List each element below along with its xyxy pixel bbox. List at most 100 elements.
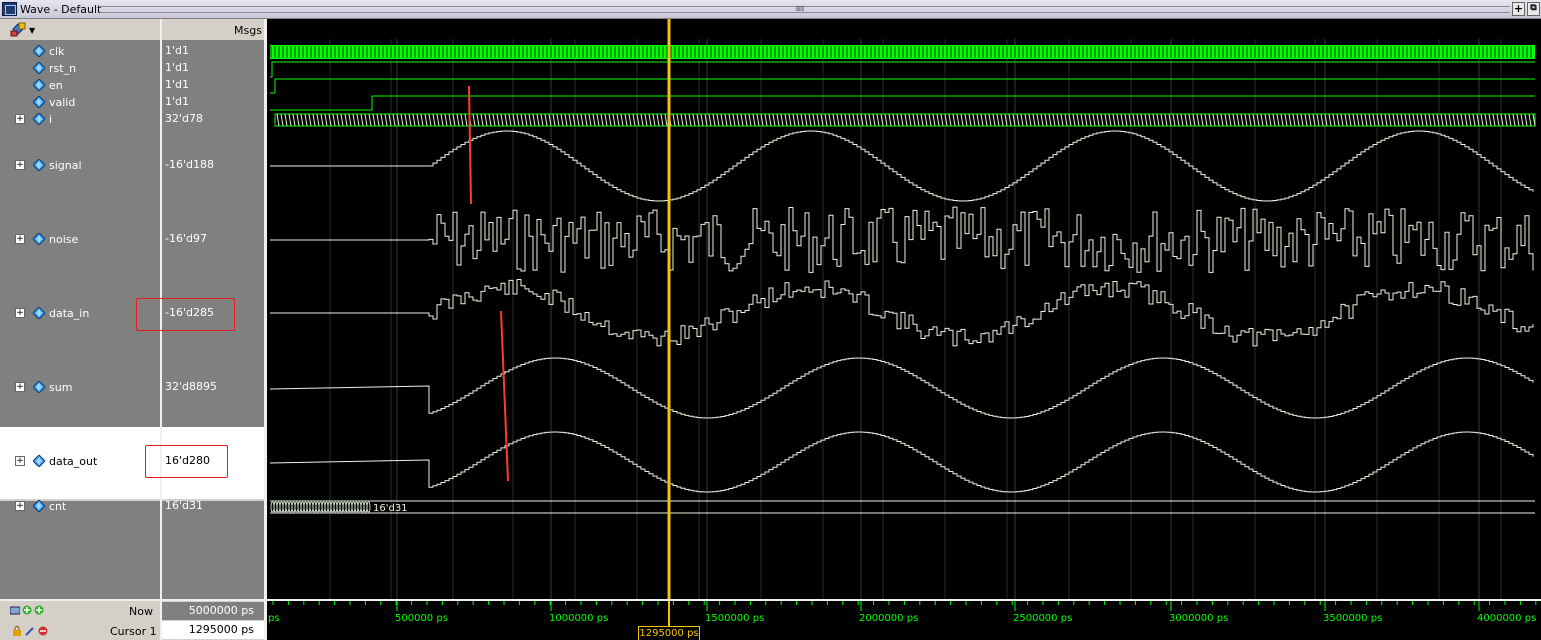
- i-bus-hatch: [1524, 113, 1528, 127]
- cursor-time-tag[interactable]: 1295000 ps: [638, 626, 700, 640]
- rst-n-wave: [270, 61, 1535, 78]
- signal-row-en[interactable]: en: [0, 78, 160, 94]
- signal-row-rst_n[interactable]: rst_n: [0, 61, 160, 77]
- signal-view-icon[interactable]: [10, 22, 26, 37]
- i-bus-hatch: [480, 113, 484, 127]
- signal-value-clk[interactable]: 1'd1: [165, 44, 189, 57]
- i-bus-hatch: [652, 113, 656, 127]
- i-bus-hatch: [500, 113, 504, 127]
- i-bus-hatch: [408, 113, 412, 127]
- i-bus-hatch: [1344, 113, 1348, 127]
- i-bus-hatch: [956, 113, 960, 127]
- lock-icon[interactable]: [12, 626, 22, 636]
- expand-icon[interactable]: +: [15, 382, 25, 392]
- signal-row-noise[interactable]: + noise: [0, 232, 160, 248]
- now-icon[interactable]: [10, 605, 20, 615]
- annotation-line-1: [468, 85, 472, 205]
- i-bus-hatch: [332, 113, 336, 127]
- i-bus-hatch: [1092, 113, 1096, 127]
- add-cursor-plus-icon[interactable]: [34, 605, 44, 615]
- i-bus-hatch: [280, 113, 284, 127]
- i-bus-hatch: [456, 113, 460, 127]
- i-bus-hatch: [484, 113, 488, 127]
- signal-value-valid[interactable]: 1'd1: [165, 95, 189, 108]
- i-bus-hatch: [1416, 113, 1420, 127]
- edit-cursor-icon[interactable]: [25, 626, 35, 636]
- signal-row-cnt[interactable]: + cnt: [0, 499, 160, 515]
- undock-icon[interactable]: ⧉: [1527, 2, 1540, 16]
- window-title: Wave - Default: [20, 3, 102, 16]
- expand-icon[interactable]: +: [15, 308, 25, 318]
- i-bus-hatch: [940, 113, 944, 127]
- i-bus-hatch: [772, 113, 776, 127]
- signal-name-label: cnt: [49, 500, 67, 513]
- i-bus-hatch: [916, 113, 920, 127]
- i-bus-hatch: [1372, 113, 1376, 127]
- i-bus-hatch: [1160, 113, 1164, 127]
- cnt-bus-transition: [351, 501, 356, 513]
- i-bus-hatch: [368, 113, 372, 127]
- time-ruler[interactable]: ps 500000 ps 1000000 ps 1500000 ps 2000000 …: [267, 599, 1541, 640]
- signal-diamond-icon: [33, 45, 45, 57]
- i-bus-hatch: [900, 113, 904, 127]
- time-tick-label: 4000000 ps: [1477, 613, 1537, 624]
- i-bus-hatch: [640, 113, 644, 127]
- i-bus-hatch: [928, 113, 932, 127]
- grip-dots-icon: ⁞⁞⁞⁞⁞⁞⁞: [795, 5, 805, 13]
- signal-row-clk[interactable]: clk: [0, 44, 160, 60]
- titlebar-drag-grip[interactable]: [100, 6, 1510, 13]
- signal-row-signal[interactable]: + signal: [0, 158, 160, 174]
- i-bus-hatch: [1472, 113, 1476, 127]
- expand-icon[interactable]: +: [15, 114, 25, 124]
- expand-icon[interactable]: +: [15, 234, 25, 244]
- i-bus-hatch: [1276, 113, 1280, 127]
- signal-row-valid[interactable]: valid: [0, 95, 160, 111]
- i-bus-hatch: [1216, 113, 1220, 127]
- i-bus-hatch: [504, 113, 508, 127]
- i-bus-hatch: [744, 113, 748, 127]
- i-bus-hatch: [644, 113, 648, 127]
- signal-value-i[interactable]: 32'd78: [165, 112, 203, 125]
- i-bus-hatch: [752, 113, 756, 127]
- cursor-label[interactable]: Cursor 1: [110, 625, 157, 638]
- i-bus-hatch: [688, 113, 692, 127]
- i-bus-hatch: [1432, 113, 1436, 127]
- expand-icon[interactable]: +: [15, 160, 25, 170]
- waveform-canvas[interactable]: 16'd31: [267, 19, 1541, 599]
- signal-row-i[interactable]: + i: [0, 112, 160, 128]
- chevron-down-icon[interactable]: ▼: [29, 26, 35, 35]
- maximize-icon[interactable]: +: [1512, 2, 1525, 16]
- i-bus-hatch: [692, 113, 696, 127]
- signal-value-rst_n[interactable]: 1'd1: [165, 61, 189, 74]
- i-bus-hatch: [872, 113, 876, 127]
- cnt-bus-label: 16'd31: [373, 503, 408, 514]
- add-cursor-icon[interactable]: [22, 605, 32, 615]
- i-bus-hatch: [1244, 113, 1248, 127]
- expand-icon[interactable]: +: [15, 501, 25, 511]
- cnt-bus-transition: [300, 501, 305, 513]
- signal-value-noise[interactable]: -16'd97: [165, 232, 207, 245]
- signal-value-cnt[interactable]: 16'd31: [165, 499, 203, 512]
- i-bus-hatch: [1352, 113, 1356, 127]
- i-bus-hatch: [1444, 113, 1448, 127]
- i-bus-hatch: [764, 113, 768, 127]
- i-bus-hatch: [1488, 113, 1492, 127]
- i-bus-hatch: [536, 113, 540, 127]
- signal-row-data_out[interactable]: + data_out: [0, 454, 160, 470]
- i-bus-hatch: [1388, 113, 1392, 127]
- i-bus-hatch: [1196, 113, 1200, 127]
- i-bus-hatch: [960, 113, 964, 127]
- i-bus-hatch: [984, 113, 988, 127]
- signal-value-signal[interactable]: -16'd188: [165, 158, 214, 171]
- waveform-svg[interactable]: 16'd31: [267, 19, 1541, 599]
- i-bus-hatch: [1104, 113, 1108, 127]
- expand-icon[interactable]: +: [15, 456, 25, 466]
- signal-row-sum[interactable]: + sum: [0, 380, 160, 396]
- i-bus-hatch: [1512, 113, 1516, 127]
- i-bus-hatch: [316, 113, 320, 127]
- cursor-value[interactable]: 1295000 ps: [162, 621, 264, 639]
- signal-value-sum[interactable]: 32'd8895: [165, 380, 217, 393]
- signal-value-en[interactable]: 1'd1: [165, 78, 189, 91]
- signal-diamond-icon: [33, 96, 45, 108]
- remove-cursor-icon[interactable]: [38, 626, 48, 636]
